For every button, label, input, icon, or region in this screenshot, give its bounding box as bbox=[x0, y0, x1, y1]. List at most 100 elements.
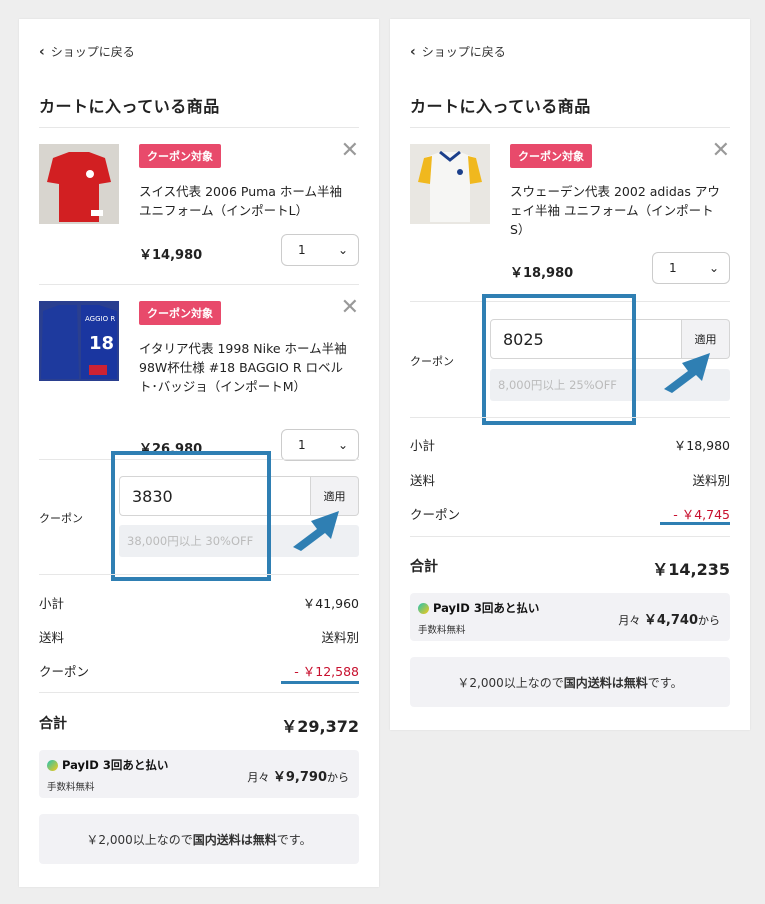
subtotal-row: 小計 ￥18,980 bbox=[410, 435, 730, 454]
product-image-swiss-jersey bbox=[39, 144, 119, 224]
pointer-arrow-icon bbox=[293, 511, 339, 551]
divider bbox=[39, 127, 359, 128]
monthly-amount: ￥9,790 bbox=[272, 770, 327, 785]
payid-logo: PayID 3回あと払い bbox=[47, 757, 168, 773]
coupon-label: クーポン bbox=[39, 512, 83, 525]
payid-logo: PayID 3回あと払い bbox=[418, 600, 539, 616]
quantity-value: 1 bbox=[669, 261, 677, 275]
subtotal-label: 小計 bbox=[39, 596, 65, 611]
total-label: 合計 bbox=[39, 716, 67, 732]
shipping-label: 送料 bbox=[39, 630, 65, 645]
free-shipping-notice: ￥2,000以上なので 国内送料は無料 です。 bbox=[410, 657, 730, 707]
notice-pre: ￥2,000以上なので bbox=[86, 832, 193, 847]
monthly-prefix: 月々 bbox=[618, 614, 641, 627]
total-value: ￥29,372 bbox=[281, 717, 359, 736]
monthly-amount: ￥4,740 bbox=[643, 613, 698, 628]
coupon-discount-label: クーポン bbox=[39, 664, 90, 679]
subtotal-row: 小計 ￥41,960 bbox=[39, 593, 359, 612]
coupon-eligible-badge: クーポン対象 bbox=[510, 144, 592, 168]
coupon-label: クーポン bbox=[410, 355, 454, 368]
remove-item-icon[interactable]: ✕ bbox=[712, 140, 730, 162]
subtotal-value: ￥41,960 bbox=[302, 596, 359, 611]
quantity-select[interactable]: 1 ⌄ bbox=[281, 234, 359, 266]
coupon-discount-label: クーポン bbox=[410, 507, 461, 522]
cart-panel-right: ‹ ショップに戻る カートに入っている商品 クーポン対象 ✕ スウェーデン代表 … bbox=[390, 19, 750, 730]
payid-monthly-amount: 月々 ￥9,790から bbox=[247, 766, 349, 785]
chevron-left-icon: ‹ bbox=[410, 43, 416, 60]
notice-post: です。 bbox=[276, 832, 312, 847]
product-name: スウェーデン代表 2002 adidas アウェイ半袖 ユニフォーム（インポート… bbox=[510, 184, 720, 237]
svg-text:18: 18 bbox=[89, 333, 114, 354]
chevron-left-icon: ‹ bbox=[39, 43, 45, 60]
shipping-row: 送料 送料別 bbox=[410, 470, 730, 489]
product-price: ￥14,980 bbox=[139, 248, 203, 263]
product-price: ￥18,980 bbox=[510, 266, 574, 281]
payid-fee-note: 手数料無料 bbox=[418, 625, 466, 636]
shipping-value: 送料別 bbox=[692, 473, 730, 488]
monthly-suffix: から bbox=[327, 771, 349, 784]
back-to-shop-link[interactable]: ‹ ショップに戻る bbox=[410, 43, 506, 60]
coupon-eligible-badge: クーポン対象 bbox=[139, 301, 221, 325]
divider bbox=[410, 417, 730, 418]
subtotal-value: ￥18,980 bbox=[673, 438, 730, 453]
quantity-select[interactable]: 1 ⌄ bbox=[652, 252, 730, 284]
cart-item: クーポン対象 ✕ スイス代表 2006 Puma ホーム半袖 ユニフォーム（イン… bbox=[39, 140, 359, 274]
coupon-discount-value: - ￥12,588 bbox=[294, 664, 359, 679]
back-to-shop-link[interactable]: ‹ ショップに戻る bbox=[39, 43, 135, 60]
divider bbox=[39, 692, 359, 693]
shipping-value: 送料別 bbox=[321, 630, 359, 645]
quantity-value: 1 bbox=[298, 438, 306, 452]
payid-brand: PayID 3回あと払い bbox=[62, 758, 169, 772]
back-label: ショップに戻る bbox=[50, 45, 135, 59]
coupon-eligible-badge: クーポン対象 bbox=[139, 144, 221, 168]
monthly-prefix: 月々 bbox=[247, 771, 270, 784]
notice-bold: 国内送料は無料 bbox=[563, 675, 648, 690]
cart-item: クーポン対象 ✕ スウェーデン代表 2002 adidas アウェイ半袖 ユニフ… bbox=[410, 140, 730, 294]
product-image-italy-jersey: 18 AGGIO R bbox=[39, 301, 119, 381]
coupon-discount-row: クーポン - ￥12,588 bbox=[39, 661, 359, 680]
free-shipping-notice: ￥2,000以上なので 国内送料は無料 です。 bbox=[39, 814, 359, 864]
total-label: 合計 bbox=[410, 559, 438, 575]
payid-logo-icon bbox=[47, 759, 58, 771]
quantity-select[interactable]: 1 ⌄ bbox=[281, 429, 359, 461]
product-image-sweden-jersey bbox=[410, 144, 490, 224]
shipping-row: 送料 送料別 bbox=[39, 627, 359, 646]
chevron-down-icon: ⌄ bbox=[708, 261, 719, 275]
divider bbox=[39, 574, 359, 575]
total-row: 合計 ￥29,372 bbox=[39, 713, 359, 737]
payid-brand: PayID 3回あと払い bbox=[433, 601, 540, 615]
cart-item: 18 AGGIO R クーポン対象 ✕ イタリア代表 1998 Nike ホーム… bbox=[39, 297, 359, 461]
svg-text:AGGIO R: AGGIO R bbox=[85, 315, 115, 323]
page-title: カートに入っている商品 bbox=[39, 97, 220, 116]
divider bbox=[39, 284, 359, 285]
remove-item-icon[interactable]: ✕ bbox=[341, 140, 359, 162]
monthly-suffix: から bbox=[698, 614, 720, 627]
chevron-down-icon: ⌄ bbox=[337, 438, 348, 452]
subtotal-label: 小計 bbox=[410, 438, 436, 453]
notice-post: です。 bbox=[647, 675, 683, 690]
highlight-box bbox=[482, 294, 636, 425]
quantity-value: 1 bbox=[298, 243, 306, 257]
highlight-box bbox=[111, 451, 271, 581]
notice-bold: 国内送料は無料 bbox=[192, 832, 277, 847]
remove-item-icon[interactable]: ✕ bbox=[341, 297, 359, 319]
divider bbox=[410, 536, 730, 537]
divider bbox=[410, 127, 730, 128]
chevron-down-icon: ⌄ bbox=[337, 243, 348, 257]
payid-installment-box[interactable]: PayID 3回あと払い 手数料無料 月々 ￥9,790から bbox=[39, 750, 359, 798]
total-row: 合計 ￥14,235 bbox=[410, 556, 730, 580]
pointer-arrow-icon bbox=[664, 353, 710, 393]
product-name: イタリア代表 1998 Nike ホーム半袖 98W杯仕様 #18 BAGGIO… bbox=[139, 341, 347, 394]
payid-fee-note: 手数料無料 bbox=[47, 782, 95, 793]
discount-underline bbox=[281, 681, 359, 684]
cart-panel-left: ‹ ショップに戻る カートに入っている商品 クーポン対象 ✕ スイス代表 200… bbox=[19, 19, 379, 887]
shipping-label: 送料 bbox=[410, 473, 436, 488]
coupon-discount-row: クーポン - ￥4,745 bbox=[410, 504, 730, 523]
payid-logo-icon bbox=[418, 602, 429, 614]
coupon-discount-value: - ￥4,745 bbox=[673, 507, 730, 522]
payid-installment-box[interactable]: PayID 3回あと払い 手数料無料 月々 ￥4,740から bbox=[410, 593, 730, 641]
payid-monthly-amount: 月々 ￥4,740から bbox=[618, 609, 720, 628]
total-value: ￥14,235 bbox=[652, 560, 730, 579]
back-label: ショップに戻る bbox=[421, 45, 506, 59]
product-name: スイス代表 2006 Puma ホーム半袖 ユニフォーム（インポートL） bbox=[139, 184, 343, 218]
